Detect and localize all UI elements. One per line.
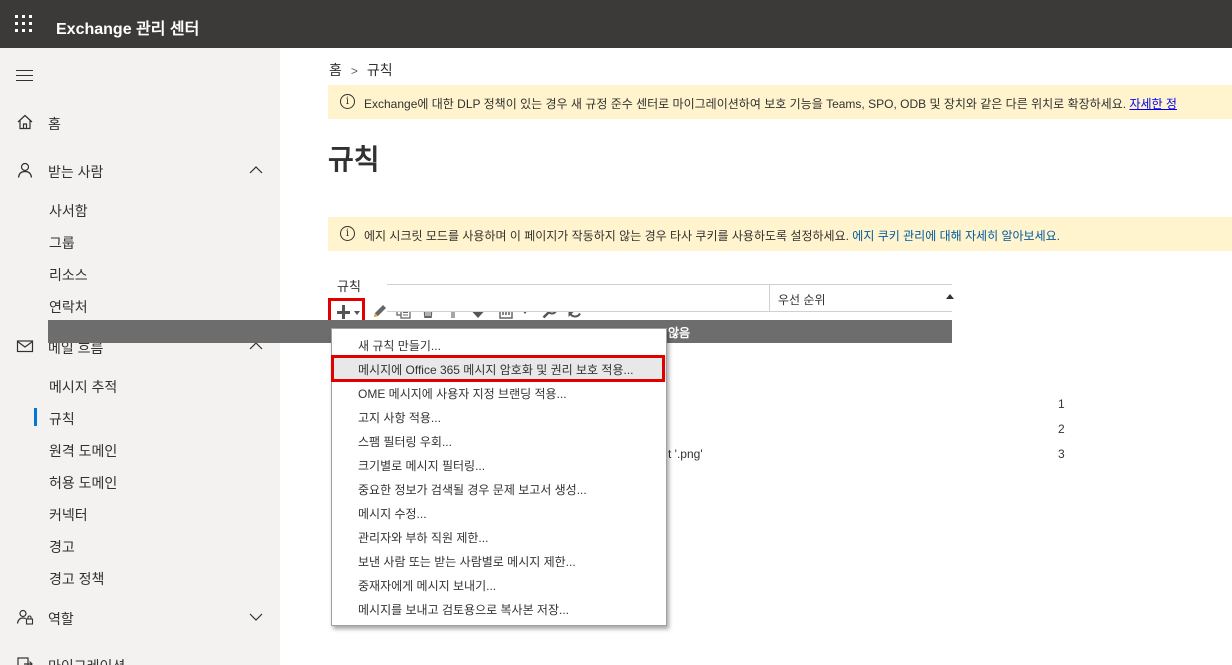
menu-item-modify-messages[interactable]: 메시지 수정... — [332, 500, 666, 524]
rules-section-label: 규칙 — [337, 279, 361, 294]
menu-item-label: 메시지를 보내고 검토용으로 복사본 저장... — [358, 603, 570, 617]
sidebar-item-label: 사서함 — [49, 203, 88, 219]
menu-item-label: 중재자에게 메시지 보내기... — [358, 579, 497, 593]
sidebar-item-label: 허용 도메인 — [49, 475, 118, 491]
sidebar-item-home[interactable]: 홈 — [0, 106, 280, 138]
menu-item-apply-disclaimer[interactable]: 고지 사항 적용... — [332, 404, 666, 428]
menu-item-label: 메시지 수정... — [358, 507, 427, 521]
sort-ascending-icon[interactable] — [946, 294, 954, 299]
sidebar-subitem-remote-domains[interactable]: 원격 도메인 — [0, 435, 280, 463]
active-indicator — [34, 408, 37, 426]
table-cell-name: t '.png' — [668, 447, 703, 461]
menu-item-create-rule[interactable]: 새 규칙 만들기... — [332, 332, 666, 356]
learn-more-link[interactable]: 자세한 정 — [1129, 97, 1177, 111]
info-icon: i — [340, 94, 355, 109]
menu-item-label: 크기별로 메시지 필터링... — [358, 459, 486, 473]
banner-message: Exchange에 대한 DLP 정책이 있는 경우 새 규정 준수 센터로 마… — [364, 97, 1127, 111]
sidebar-subitem-message-trace[interactable]: 메시지 추적 — [0, 371, 280, 399]
menu-item-bypass-spam[interactable]: 스팸 필터링 우회... — [332, 428, 666, 452]
sidebar-item-label: 원격 도메인 — [49, 443, 118, 459]
sidebar-item-label: 경고 정책 — [49, 571, 105, 587]
roles-icon — [16, 609, 34, 625]
sidebar-subitem-alerts[interactable]: 경고 — [0, 531, 280, 559]
chevron-up-icon — [249, 166, 263, 174]
mail-icon — [16, 340, 34, 353]
sidebar-subitem-connectors[interactable]: 커넥터 — [0, 499, 280, 527]
sidebar-item-label: 그룹 — [49, 235, 75, 251]
highlight-annotation-box — [331, 355, 665, 382]
sidebar-subitem-contacts[interactable]: 연락처 — [0, 291, 280, 319]
migration-icon — [17, 657, 33, 665]
menu-item-label: 스팸 필터링 우회... — [358, 435, 452, 449]
page-title: 규칙 — [328, 144, 380, 175]
incognito-banner: i 에지 시크릿 모드를 사용하며 이 페이지가 작동하지 않는 경우 타사 쿠… — [328, 217, 1232, 251]
menu-item-send-to-moderator[interactable]: 중재자에게 메시지 보내기... — [332, 572, 666, 596]
sidebar-item-label: 연락처 — [49, 299, 88, 315]
sidebar: 홈 받는 사람 사서함 그룹 리소스 연락처 메일 흐름 메시지 추적 규칙 원… — [0, 48, 280, 665]
chevron-right-icon: > — [350, 64, 358, 78]
banner-text: 에지 시크릿 모드를 사용하며 이 페이지가 작동하지 않는 경우 타사 쿠키를… — [364, 227, 1060, 244]
menu-item-filter-by-size[interactable]: 크기별로 메시지 필터링... — [332, 452, 666, 476]
info-icon: i — [340, 226, 355, 241]
menu-item-label: 새 규칙 만들기... — [358, 339, 441, 353]
menu-item-label: 고지 사항 적용... — [358, 411, 441, 425]
sidebar-item-label: 리소스 — [49, 267, 88, 283]
sidebar-subitem-groups[interactable]: 그룹 — [0, 227, 280, 255]
sidebar-item-label: 받는 사람 — [48, 164, 104, 180]
sidebar-item-label: 홈 — [48, 116, 61, 132]
menu-item-send-and-bcc[interactable]: 메시지를 보내고 검토용으로 복사본 저장... — [332, 596, 666, 620]
column-separator — [769, 285, 770, 311]
menu-item-restrict-senders[interactable]: 보낸 사람 또는 받는 사람별로 메시지 제한... — [332, 548, 666, 572]
dlp-banner: i Exchange에 대한 DLP 정책이 있는 경우 새 규정 준수 센터로… — [328, 85, 1232, 119]
sidebar-item-recipients[interactable]: 받는 사람 — [0, 154, 280, 186]
app-launcher-icon[interactable] — [14, 14, 34, 34]
menu-item-label: 관리자와 부하 직원 제한... — [358, 531, 489, 545]
table-cell-name: 않음 — [668, 326, 691, 340]
hamburger-menu-icon[interactable] — [16, 70, 33, 82]
table-cell-priority: 0 — [1058, 373, 1065, 387]
banner-message: 에지 시크릿 모드를 사용하며 이 페이지가 작동하지 않는 경우 타사 쿠키를… — [364, 229, 849, 243]
column-header-priority[interactable]: 우선 순위 — [778, 291, 826, 308]
person-icon — [17, 162, 33, 178]
breadcrumb-home[interactable]: 홈 — [329, 62, 342, 78]
chevron-down-icon — [249, 613, 263, 621]
cookie-help-link[interactable]: 에지 쿠키 관리에 대해 자세히 알아보세요. — [852, 229, 1060, 243]
rules-grid-header — [387, 284, 952, 312]
menu-item-label: 중요한 정보가 검색될 경우 문제 보고서 생성... — [358, 483, 587, 497]
sidebar-item-roles[interactable]: 역할 — [0, 601, 280, 633]
app-title[interactable]: Exchange 관리 센터 — [56, 15, 199, 39]
menu-item-label: OME 메시지에 사용자 지정 브랜딩 적용... — [358, 387, 567, 401]
sidebar-item-migration[interactable]: 마이그레이션 — [0, 648, 280, 665]
sidebar-item-label: 규칙 — [49, 411, 75, 427]
menu-item-incident-report[interactable]: 중요한 정보가 검색될 경우 문제 보고서 생성... — [332, 476, 666, 500]
plus-icon-vertical — [342, 305, 345, 319]
sidebar-subitem-accepted-domains[interactable]: 허용 도메인 — [0, 467, 280, 495]
table-cell-priority: 1 — [1058, 397, 1065, 411]
home-icon — [17, 114, 33, 130]
sidebar-subitem-rules[interactable]: 규칙 — [0, 403, 280, 431]
sidebar-item-label: 경고 — [49, 539, 75, 555]
sidebar-item-label: 커넥터 — [49, 507, 88, 523]
sidebar-subitem-resources[interactable]: 리소스 — [0, 259, 280, 287]
menu-item-apply-ome-branding[interactable]: OME 메시지에 사용자 지정 브랜딩 적용... — [332, 380, 666, 404]
sidebar-subitem-mailboxes[interactable]: 사서함 — [0, 195, 280, 223]
menu-item-label: 보낸 사람 또는 받는 사람별로 메시지 제한... — [358, 555, 576, 569]
sidebar-subitem-alert-policies[interactable]: 경고 정책 — [0, 563, 280, 591]
caret-down-icon — [354, 311, 360, 315]
sidebar-item-label: 메시지 추적 — [49, 379, 118, 395]
table-cell-priority: 2 — [1058, 422, 1065, 436]
top-bar: Exchange 관리 센터 — [0, 0, 1232, 48]
sidebar-item-label: 역할 — [48, 611, 74, 627]
banner-text: Exchange에 대한 DLP 정책이 있는 경우 새 규정 준수 센터로 마… — [364, 95, 1177, 112]
sidebar-item-label: 마이그레이션 — [48, 656, 125, 665]
table-cell-priority: 3 — [1058, 447, 1065, 461]
breadcrumb: 홈 > 규칙 — [329, 60, 393, 80]
menu-item-restrict-managers[interactable]: 관리자와 부하 직원 제한... — [332, 524, 666, 548]
breadcrumb-current: 규칙 — [366, 62, 393, 78]
